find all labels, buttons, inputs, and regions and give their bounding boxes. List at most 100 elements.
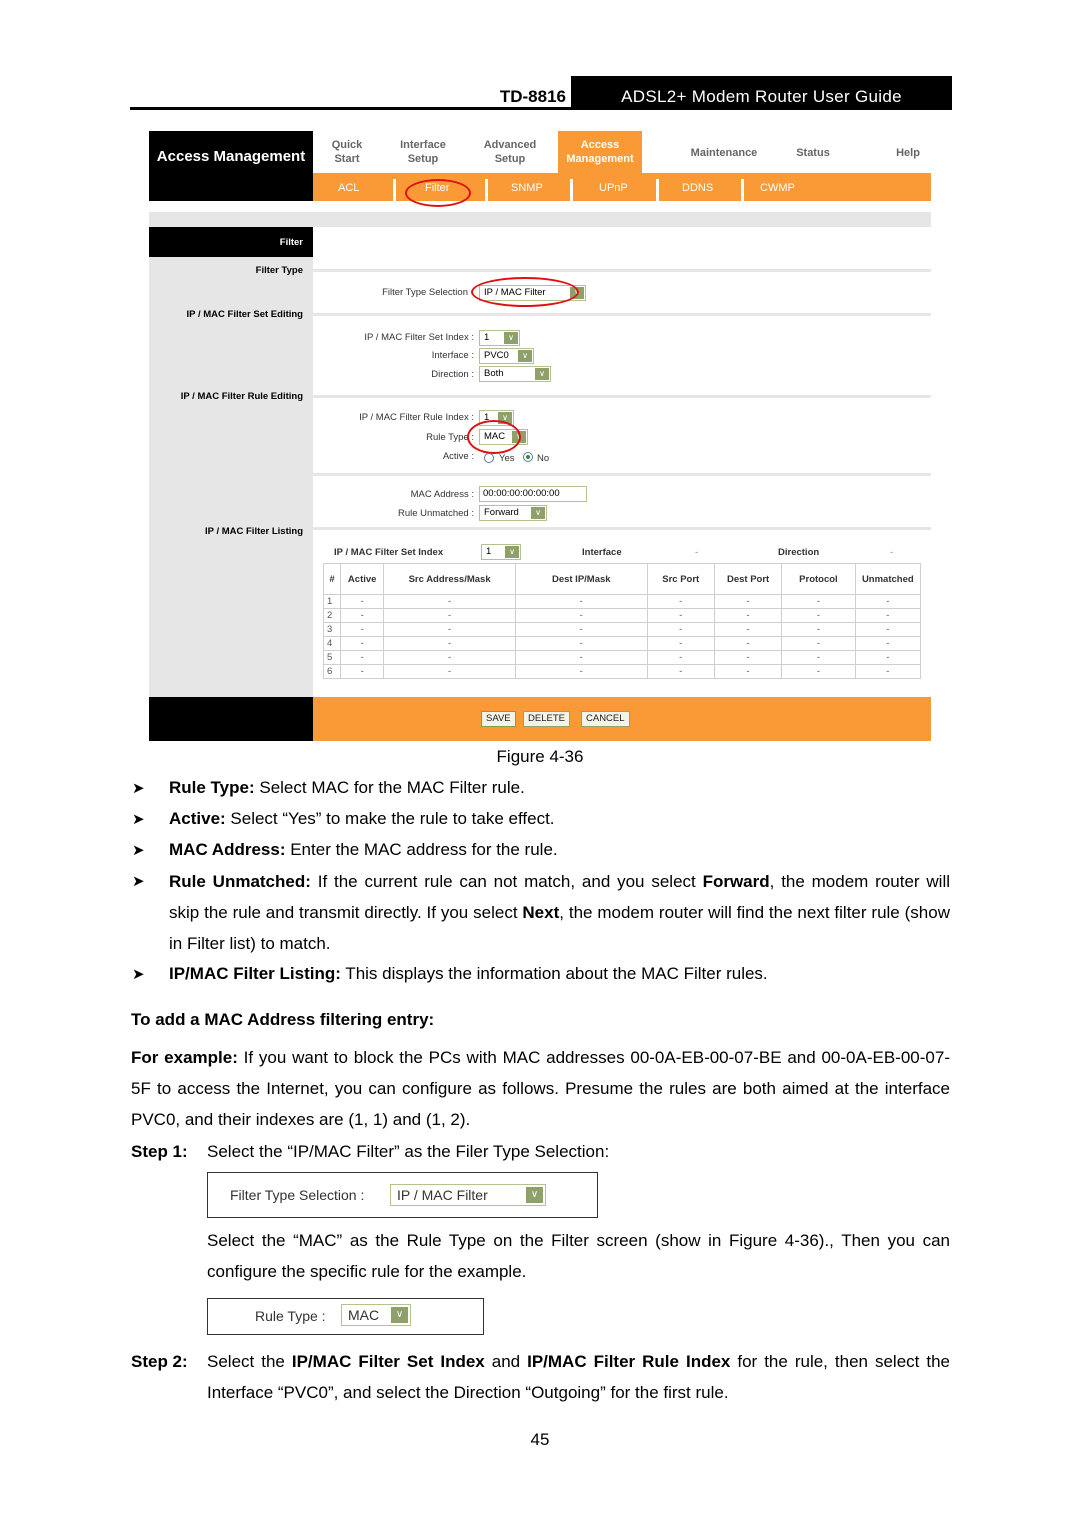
- mini-filter-type-select[interactable]: IP / MAC Filter ∨: [390, 1184, 546, 1206]
- rule-unmatched-select[interactable]: Forward ∨: [479, 505, 547, 521]
- active-no-radio[interactable]: [523, 452, 533, 462]
- section-divider: [313, 395, 931, 398]
- rule-type-label: Rule Type :: [426, 432, 474, 443]
- table-cell: 3: [322, 622, 342, 637]
- cancel-button[interactable]: CANCEL: [581, 711, 630, 727]
- table-cell: -: [781, 636, 856, 651]
- gray-divider-bar: [149, 212, 931, 227]
- direction-label: Direction :: [431, 369, 474, 380]
- listing-set-index-value: 1: [486, 546, 492, 557]
- table-cell: -: [514, 622, 648, 637]
- table-cell: -: [854, 636, 922, 651]
- subnav-filter[interactable]: Filter: [425, 182, 449, 194]
- bullet-term: MAC Address:: [169, 840, 286, 859]
- delete-button[interactable]: DELETE: [523, 711, 570, 727]
- brand-panel: Access Management: [149, 131, 313, 201]
- active-label: Active :: [442, 451, 474, 462]
- bullet-mac-address: MAC Address: Enter the MAC address for t…: [169, 840, 558, 860]
- step2-bold: IP/MAC Filter Rule Index: [527, 1352, 731, 1371]
- table-cell: -: [713, 650, 783, 665]
- table-cell: -: [514, 636, 648, 651]
- table-row: 3-------: [322, 622, 922, 637]
- step1-text: Select the “IP/MAC Filter” as the Filer …: [207, 1142, 610, 1161]
- table-cell: -: [781, 608, 856, 623]
- nav-help[interactable]: Help: [885, 146, 931, 160]
- subnav-separator: [656, 179, 659, 201]
- set-index-select[interactable]: 1 ∨: [479, 330, 520, 346]
- interface-label: Interface :: [431, 350, 474, 361]
- chevron-down-icon: ∨: [570, 287, 584, 299]
- filter-type-select[interactable]: IP / MAC Filter ∨: [479, 285, 586, 301]
- nav-interface-setup[interactable]: Interface Setup: [393, 138, 453, 166]
- rule-index-label: IP / MAC Filter Rule Index :: [359, 412, 474, 423]
- listing-direction-label: Direction: [778, 547, 820, 558]
- arrow-bullet-icon: ➤: [132, 873, 145, 890]
- mac-address-input[interactable]: 00:00:00:00:00:00: [479, 486, 587, 502]
- nav-access-management[interactable]: Access Management: [558, 131, 642, 173]
- save-button[interactable]: SAVE: [481, 711, 516, 727]
- bullet-term: Active:: [169, 809, 226, 828]
- step2-text-part: Select the: [207, 1352, 292, 1371]
- bullet-text: This displays the information about the …: [340, 964, 768, 983]
- subnav-upnp[interactable]: UPnP: [599, 182, 628, 194]
- table-cell: -: [383, 664, 516, 679]
- interface-select[interactable]: PVC0 ∨: [479, 348, 534, 364]
- table-cell: -: [646, 636, 715, 651]
- mini-rule-type-label: Rule Type :: [255, 1308, 326, 1324]
- nav-quick-start[interactable]: Quick Start: [327, 138, 367, 166]
- bullet-rule-unmatched: Rule Unmatched: If the current rule can …: [169, 866, 950, 959]
- table-cell: -: [514, 664, 648, 679]
- step1-followup: Select the “MAC” as the Rule Type on the…: [207, 1231, 950, 1281]
- nav-maintenance[interactable]: Maintenance: [671, 146, 777, 160]
- subnav-snmp[interactable]: SNMP: [511, 182, 543, 194]
- active-yes-radio[interactable]: [484, 453, 494, 463]
- step2-text-part: and: [484, 1352, 528, 1371]
- table-cell: -: [781, 650, 856, 665]
- nav-status[interactable]: Status: [783, 146, 843, 160]
- rule-index-select[interactable]: 1 ∨: [479, 410, 514, 426]
- table-cell: -: [383, 622, 516, 637]
- bullet-bold: Next: [522, 903, 560, 922]
- subnav-ddns[interactable]: DDNS: [682, 182, 713, 194]
- table-cell: -: [854, 622, 922, 637]
- table-cell: -: [383, 636, 516, 651]
- mini-rule-type-select[interactable]: MAC ∨: [341, 1304, 411, 1326]
- set-index-value: 1: [484, 332, 490, 343]
- footer-left-panel: [149, 697, 313, 741]
- bullet-term: Rule Unmatched:: [169, 872, 311, 891]
- table-cell: -: [854, 664, 922, 679]
- column-header: Protocol: [781, 563, 856, 595]
- chevron-down-icon: ∨: [518, 350, 532, 362]
- chevron-down-icon: ∨: [531, 507, 545, 519]
- column-header: Dest Port: [713, 563, 783, 595]
- bullet-term: IP/MAC Filter Listing:: [169, 964, 341, 983]
- table-cell: -: [340, 622, 385, 637]
- table-row: 5-------: [322, 650, 922, 665]
- subnav-acl[interactable]: ACL: [338, 182, 359, 194]
- table-cell: -: [340, 608, 385, 623]
- table-row: 6-------: [322, 664, 922, 679]
- mac-address-label: MAC Address :: [410, 489, 474, 500]
- table-cell: -: [713, 622, 783, 637]
- listing-interface-label: Interface: [582, 547, 622, 558]
- step1-label: Step 1:: [131, 1142, 188, 1161]
- chevron-down-icon: ∨: [505, 546, 519, 558]
- column-header: Active: [340, 563, 385, 595]
- subnav-cwmp[interactable]: CWMP: [760, 182, 795, 194]
- table-cell: 4: [322, 636, 342, 651]
- arrow-bullet-icon: ➤: [132, 811, 145, 828]
- section-divider: [313, 269, 931, 272]
- table-cell: -: [646, 608, 715, 623]
- listing-set-index-select[interactable]: 1 ∨: [481, 544, 521, 560]
- rule-type-select[interactable]: MAC ∨: [479, 429, 528, 445]
- direction-select[interactable]: Both ∨: [479, 366, 551, 382]
- filter-type-value: IP / MAC Filter: [484, 287, 546, 298]
- nav-advanced-setup[interactable]: Advanced Setup: [475, 138, 545, 166]
- sidebar-section-filter-type: Filter Type: [255, 265, 303, 276]
- table-cell: -: [781, 664, 856, 679]
- sub-nav: ACL Filter SNMP UPnP DDNS CWMP: [313, 173, 931, 201]
- table-cell: -: [713, 608, 783, 623]
- column-header: #: [322, 563, 342, 595]
- direction-value: Both: [484, 368, 504, 379]
- active-yes-label: Yes: [499, 453, 515, 464]
